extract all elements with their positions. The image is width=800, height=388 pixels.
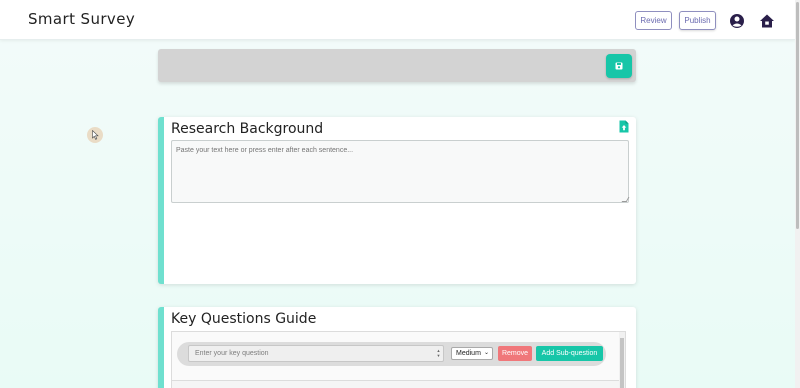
mouse-pointer-icon — [92, 130, 99, 140]
review-button[interactable]: Review — [635, 11, 672, 30]
priority-select-value: Medium — [456, 350, 481, 357]
key-questions-list: Enter your key question ▲ ▼ Medium ⌄ Remo… — [171, 331, 626, 388]
survey-toolbar — [158, 49, 636, 82]
research-background-textarea[interactable] — [171, 140, 629, 203]
publish-button[interactable]: Publish — [679, 11, 716, 30]
key-question-placeholder: Enter your key question — [195, 350, 269, 357]
home-icon[interactable] — [759, 13, 775, 29]
key-question-row: Enter your key question ▲ ▼ Medium ⌄ Remo… — [177, 342, 606, 366]
floppy-disk-icon — [615, 62, 623, 70]
research-background-card: Research Background — [158, 117, 636, 284]
key-questions-scrollbar-thumb[interactable] — [620, 338, 624, 388]
chevron-down-icon: ⌄ — [483, 350, 489, 356]
remove-question-button[interactable]: Remove — [498, 346, 532, 361]
key-questions-card: Key Questions Guide Enter your key quest… — [158, 307, 636, 388]
key-question-row — [172, 380, 620, 388]
key-questions-title: Key Questions Guide — [171, 311, 317, 327]
add-sub-question-button[interactable]: Add Sub-question — [536, 346, 603, 361]
file-upload-icon[interactable] — [619, 120, 629, 133]
top-navbar: Smart Survey Review Publish — [0, 0, 795, 40]
app-brand[interactable]: Smart Survey — [28, 10, 135, 28]
user-circle-icon[interactable] — [729, 13, 745, 29]
save-button[interactable] — [606, 54, 632, 78]
input-spinner[interactable]: ▲ ▼ — [436, 348, 441, 359]
cursor-marker — [87, 127, 103, 143]
page-scrollbar[interactable] — [795, 0, 800, 388]
page-scrollbar-thumb[interactable] — [796, 2, 799, 229]
key-questions-scrollbar[interactable] — [619, 332, 625, 388]
priority-select[interactable]: Medium ⌄ — [451, 347, 493, 360]
key-question-input[interactable]: Enter your key question ▲ ▼ — [188, 345, 444, 362]
research-background-title: Research Background — [171, 121, 324, 137]
